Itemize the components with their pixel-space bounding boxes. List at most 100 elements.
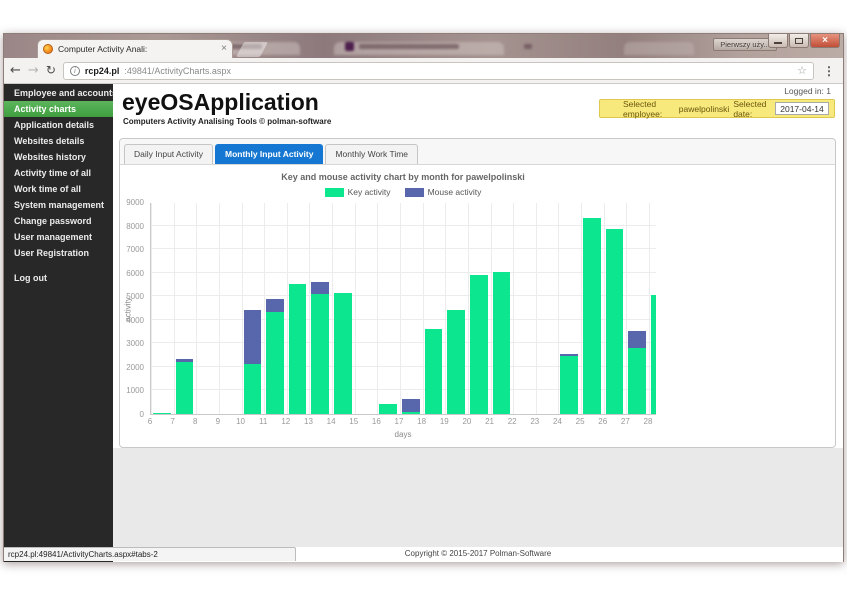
x-tick-label: 15 xyxy=(343,417,365,426)
bar-key-activity xyxy=(176,362,194,414)
tab-daily-input-activity[interactable]: Daily Input Activity xyxy=(124,144,213,164)
tabs-card: Daily Input ActivityMonthly Input Activi… xyxy=(119,138,836,448)
x-axis-ticks: 6789101112131415161718192021222324252627… xyxy=(150,417,656,428)
gridline-v xyxy=(174,203,175,414)
gridline-v xyxy=(581,203,582,414)
sidebar-item-activity-time-of-all[interactable]: Activity time of all xyxy=(4,165,113,181)
back-icon[interactable]: ← xyxy=(10,64,21,77)
x-tick-label: 20 xyxy=(456,417,478,426)
y-tick-label: 9000 xyxy=(126,198,144,207)
y-tick-label: 8000 xyxy=(126,222,144,231)
gridline-v xyxy=(242,203,243,414)
browser-toolbar: ← → ↻ i rcp24.pl :49841/ActivityCharts.a… xyxy=(4,58,843,84)
maximize-button[interactable] xyxy=(789,34,809,48)
y-tick-label: 5000 xyxy=(126,292,144,301)
x-tick-label: 26 xyxy=(592,417,614,426)
sidebar-item-application-details[interactable]: Application details xyxy=(4,117,113,133)
legend-item-key-activity: Key activity xyxy=(325,187,391,197)
gridline-v xyxy=(604,203,605,414)
tab-strip: Daily Input ActivityMonthly Input Activi… xyxy=(120,139,835,165)
y-axis-ticks: 0100020003000400050006000700080009000 xyxy=(120,203,147,415)
sidebar-item-system-management[interactable]: System management xyxy=(4,197,113,213)
bar-key-activity xyxy=(311,294,329,414)
bar-mouse-activity xyxy=(628,331,646,348)
legend-item-mouse-activity: Mouse activity xyxy=(405,187,482,197)
y-tick-label: 6000 xyxy=(126,269,144,278)
status-bar: rcp24.pl:49841/ActivityCharts.aspx#tabs-… xyxy=(4,547,296,561)
x-tick-label: 28 xyxy=(637,417,659,426)
minimize-button[interactable] xyxy=(768,34,788,48)
gridline-v xyxy=(626,203,627,414)
selected-employee-value: pawelpolinski xyxy=(679,104,730,114)
bar-key-activity xyxy=(244,364,262,414)
bar-mouse-activity xyxy=(560,354,578,356)
sidebar-item-activity-charts[interactable]: Activity charts xyxy=(4,101,113,117)
plot-area xyxy=(150,203,656,415)
legend-swatch-key-activity xyxy=(325,188,344,197)
y-tick-label: 3000 xyxy=(126,339,144,348)
sidebar-item-employee-and-accounts[interactable]: Employee and accounts xyxy=(4,85,113,101)
x-tick-label: 8 xyxy=(184,417,206,426)
x-tick-label: 19 xyxy=(433,417,455,426)
gridline-v xyxy=(219,203,220,414)
url-bar[interactable]: i rcp24.pl :49841/ActivityCharts.aspx ☆ xyxy=(63,62,814,80)
browser-tab[interactable]: Computer Activity Anali: × xyxy=(37,39,233,58)
close-button[interactable]: × xyxy=(810,34,840,48)
gridline-v xyxy=(377,203,378,414)
browser-titlebar[interactable]: Computer Activity Anali: × Pierwszy uży.… xyxy=(4,34,843,58)
gridline-v xyxy=(287,203,288,414)
sidebar-item-change-password[interactable]: Change password xyxy=(4,213,113,229)
selected-date-input[interactable] xyxy=(775,102,829,115)
browser-menu-icon[interactable]: ⋮ xyxy=(821,64,837,78)
page-info-icon[interactable]: i xyxy=(70,66,80,76)
x-tick-label: 16 xyxy=(365,417,387,426)
logged-in-status: Logged in: 1 xyxy=(784,86,831,96)
bar-key-activity xyxy=(289,284,307,414)
page-background xyxy=(113,448,843,547)
forward-icon[interactable]: → xyxy=(28,64,39,77)
gridline-v xyxy=(445,203,446,414)
bar-mouse-activity xyxy=(266,299,284,312)
selection-banner: Selected employee: pawelpolinski Selecte… xyxy=(599,99,835,118)
bar-mouse-activity xyxy=(402,399,420,412)
gridline-v xyxy=(332,203,333,414)
bar-key-activity xyxy=(583,218,601,414)
bookmark-star-icon[interactable]: ☆ xyxy=(797,64,807,77)
gridline-v xyxy=(558,203,559,414)
bar-key-activity xyxy=(334,293,352,414)
bar-key-activity xyxy=(425,329,443,414)
app-header: Logged in: 1 eyeOSApplication Computers … xyxy=(113,84,843,138)
x-tick-label: 13 xyxy=(297,417,319,426)
x-tick-label: 12 xyxy=(275,417,297,426)
sidebar-item-user-management[interactable]: User management xyxy=(4,229,113,245)
sidebar-item-user-registration[interactable]: User Registration xyxy=(4,245,113,261)
x-axis-label: days xyxy=(150,430,656,439)
bar-key-activity xyxy=(470,275,488,414)
bar-key-activity xyxy=(651,295,656,414)
gridline-v xyxy=(151,203,152,414)
tab-favicon-icon xyxy=(43,44,53,54)
x-tick-label: 11 xyxy=(252,417,274,426)
bar-key-activity xyxy=(628,348,646,414)
sidebar-item-websites-history[interactable]: Websites history xyxy=(4,149,113,165)
sidebar-item-websites-details[interactable]: Websites details xyxy=(4,133,113,149)
gridline-v xyxy=(468,203,469,414)
window-controls: × xyxy=(767,34,840,48)
sidebar-item-log-out[interactable]: Log out xyxy=(4,270,113,286)
page-content: Employee and accountsActivity chartsAppl… xyxy=(4,84,843,562)
x-tick-label: 22 xyxy=(501,417,523,426)
tab-close-icon[interactable]: × xyxy=(221,44,227,54)
x-tick-label: 14 xyxy=(320,417,342,426)
tab-monthly-input-activity[interactable]: Monthly Input Activity xyxy=(215,144,323,164)
gridline-v xyxy=(355,203,356,414)
tab-monthly-work-time[interactable]: Monthly Work Time xyxy=(325,144,418,164)
x-tick-label: 17 xyxy=(388,417,410,426)
gridline-v xyxy=(649,203,650,414)
sidebar-item-work-time-of-all[interactable]: Work time of all xyxy=(4,181,113,197)
bar-key-activity xyxy=(402,412,420,414)
gridline-v xyxy=(309,203,310,414)
y-tick-label: 7000 xyxy=(126,245,144,254)
refresh-icon[interactable]: ↻ xyxy=(46,64,56,77)
bar-key-activity xyxy=(153,413,171,414)
sidebar-nav: Employee and accountsActivity chartsAppl… xyxy=(4,84,113,562)
